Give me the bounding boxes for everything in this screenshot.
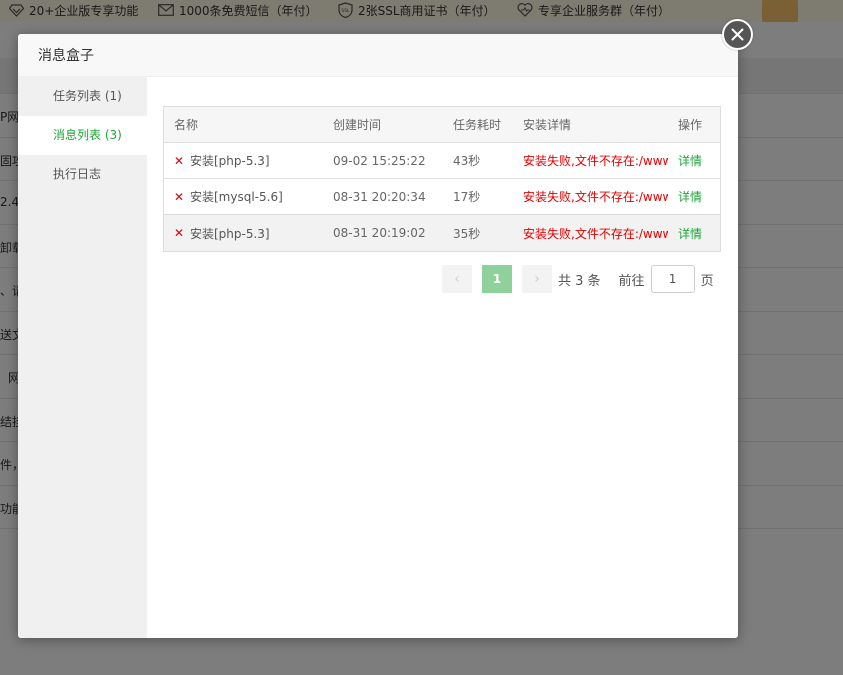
total-count: 共 3 条 xyxy=(558,273,601,289)
row-duration: 17秒 xyxy=(453,190,481,204)
header-name: 名称 xyxy=(174,118,199,132)
message-box-dialog: 消息盒子 任务列表 (1) 消息列表 (3) 执行日志 名称 创建时间 任务耗时… xyxy=(18,34,738,638)
page-unit: 页 xyxy=(700,273,714,289)
header-action: 操作 xyxy=(678,118,703,132)
row-time: 08-31 20:19:02 xyxy=(333,226,426,240)
row-duration: 35秒 xyxy=(453,226,481,241)
dialog-header: 消息盒子 xyxy=(18,34,738,77)
row-time: 08-31 20:20:34 xyxy=(333,189,426,204)
prev-page-button[interactable]: ‹ xyxy=(442,265,472,293)
table-row: ✕ 安装[php-5.3] 09-02 15:25:22 43秒 安装失败,文件不… xyxy=(164,143,720,179)
chevron-right-icon: › xyxy=(534,271,540,287)
close-dialog-button[interactable] xyxy=(722,19,753,50)
row-name: 安装[php-5.3] xyxy=(190,154,270,168)
row-duration: 43秒 xyxy=(453,154,481,168)
row-detail: 安装失败,文件不存在:/www xyxy=(523,154,668,168)
error-x-icon: ✕ xyxy=(174,153,185,168)
row-detail: 安装失败,文件不存在:/www xyxy=(523,226,668,241)
error-x-icon: ✕ xyxy=(174,189,185,204)
dialog-title: 消息盒子 xyxy=(38,48,94,64)
row-detail-link[interactable]: 详情 xyxy=(668,152,720,169)
message-content: 名称 创建时间 任务耗时 安装详情 操作 ✕ 安装[php-5.3] 09-02 … xyxy=(163,106,721,293)
row-detail-link[interactable]: 详情 xyxy=(668,225,720,242)
row-detail: 安装失败,文件不存在:/www xyxy=(523,190,668,204)
header-detail: 安装详情 xyxy=(523,118,572,132)
row-detail-link[interactable]: 详情 xyxy=(668,188,720,205)
page-number-current[interactable]: 1 xyxy=(482,265,512,293)
row-name: 安装[mysql-5.6] xyxy=(190,190,283,204)
pagination: ‹ 1 › 共 3 条 前往 页 xyxy=(442,264,714,294)
row-time: 09-02 15:25:22 xyxy=(333,153,426,168)
sidebar-item-tasks[interactable]: 任务列表 (1) xyxy=(18,77,147,116)
header-time: 创建时间 xyxy=(333,118,382,132)
sidebar-item-messages[interactable]: 消息列表 (3) xyxy=(18,116,147,155)
dialog-sidebar: 任务列表 (1) 消息列表 (3) 执行日志 xyxy=(18,77,147,638)
table-header: 名称 创建时间 任务耗时 安装详情 操作 xyxy=(164,107,720,143)
header-duration: 任务耗时 xyxy=(453,118,502,132)
table-row: ✕ 安装[php-5.3] 08-31 20:19:02 35秒 安装失败,文件不… xyxy=(164,215,720,251)
error-x-icon: ✕ xyxy=(174,226,185,240)
message-table: 名称 创建时间 任务耗时 安装详情 操作 ✕ 安装[php-5.3] 09-02 … xyxy=(163,106,721,252)
close-icon xyxy=(731,28,744,41)
sidebar-item-logs[interactable]: 执行日志 xyxy=(18,155,147,194)
next-page-button[interactable]: › xyxy=(522,265,552,293)
goto-page-input[interactable] xyxy=(650,265,695,293)
chevron-left-icon: ‹ xyxy=(454,271,460,287)
goto-label: 前往 xyxy=(618,273,645,289)
table-row: ✕ 安装[mysql-5.6] 08-31 20:20:34 17秒 安装失败,文… xyxy=(164,179,720,215)
row-name: 安装[php-5.3] xyxy=(190,226,270,241)
